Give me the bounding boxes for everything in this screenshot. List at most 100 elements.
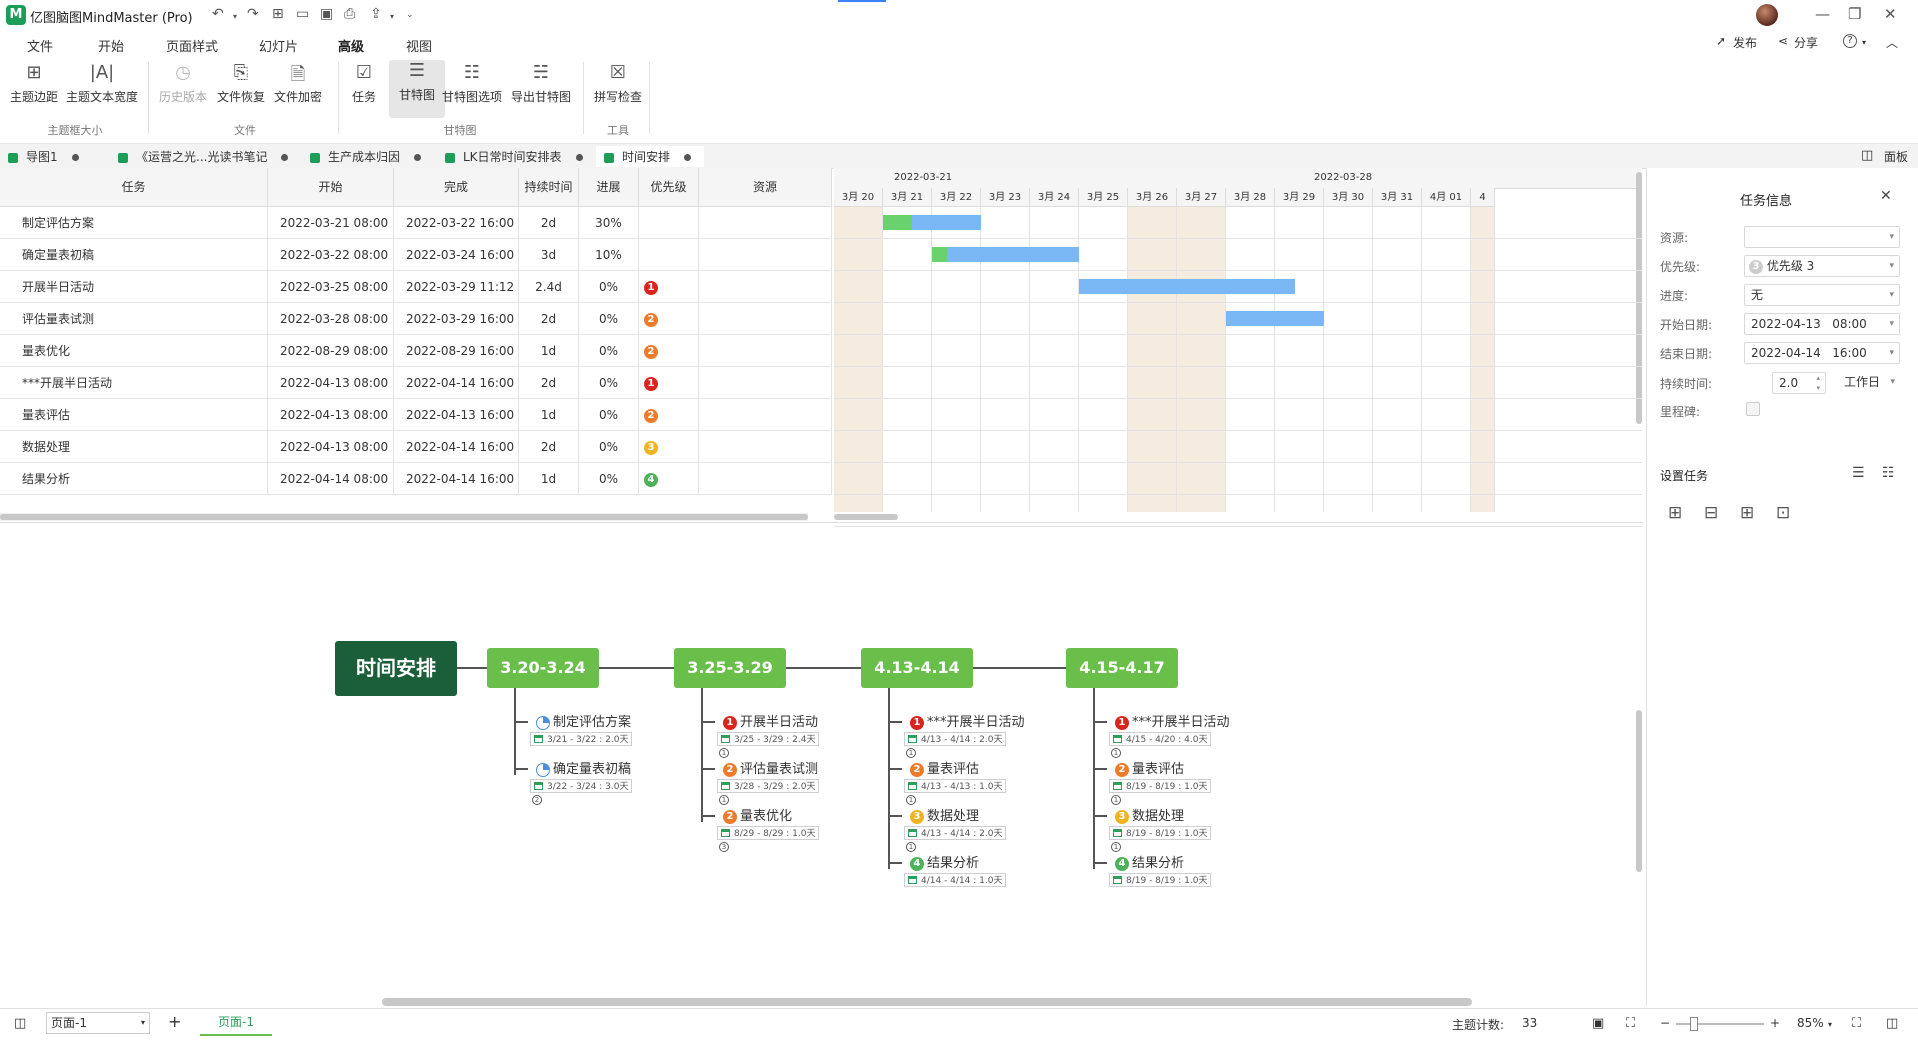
subtopic[interactable]: 3 数据处理 <box>910 805 979 824</box>
fullscreen-icon[interactable]: ⛶ <box>1852 1016 1861 1031</box>
collapse-toggle[interactable]: 1 <box>719 795 729 805</box>
cell-end[interactable]: 2022-08-29 16:00 <box>394 335 519 367</box>
share-button[interactable]: 分享 <box>1794 34 1818 51</box>
cell-start[interactable]: 2022-03-22 08:00 <box>268 239 394 271</box>
collapse-ribbon-icon[interactable]: ︿ <box>1886 34 1898 51</box>
task-info-tag[interactable]: 4/15 - 4/20 : 4.0天 <box>1109 732 1212 746</box>
milestone-checkbox[interactable] <box>1746 402 1760 416</box>
add-task-icon[interactable]: ⊞ <box>1668 503 1682 523</box>
publish-icon[interactable]: ➚ <box>1716 34 1726 48</box>
canvas-horizontal-scrollbar[interactable] <box>382 998 1472 1006</box>
branch-topic[interactable]: 4.13-4.14 <box>861 648 973 688</box>
cell-start[interactable]: 2022-04-14 08:00 <box>268 463 394 495</box>
menu-view[interactable]: 视图 <box>406 36 432 55</box>
col-duration[interactable]: 持续时间 <box>519 168 579 207</box>
cell-task[interactable]: 确定量表初稿 <box>0 239 268 271</box>
subtopic[interactable]: 制定评估方案 <box>536 711 631 730</box>
history-version-button[interactable]: ◷ 历史版本 <box>153 62 213 105</box>
duration-stepper[interactable]: 2.0 ▴ ▾ <box>1772 372 1826 394</box>
cell-task[interactable]: 量表优化 <box>0 335 268 367</box>
cell-duration[interactable]: 2d <box>519 207 579 239</box>
timeline-scrollbar[interactable] <box>834 514 898 520</box>
topic-text-width-button[interactable]: |A| 主题文本宽度 <box>62 62 142 105</box>
cell-resource[interactable] <box>699 271 832 303</box>
priority-select[interactable]: 3 优先级 3 ▾ <box>1744 255 1900 277</box>
cell-resource[interactable] <box>699 239 832 271</box>
cell-task[interactable]: ***开展半日活动 <box>0 367 268 399</box>
cell-progress[interactable]: 0% <box>579 367 639 399</box>
add-page-button[interactable]: + <box>168 1012 181 1031</box>
subtopic[interactable]: 确定量表初稿 <box>536 758 631 777</box>
collapse-toggle[interactable]: 1 <box>1111 795 1121 805</box>
task-info-tag[interactable]: 8/29 - 8/29 : 1.0天 <box>717 826 820 840</box>
collapse-toggle[interactable]: 3 <box>719 842 729 852</box>
root-topic[interactable]: 时间安排 <box>335 641 457 696</box>
close-tab-icon[interactable] <box>684 154 692 161</box>
zoom-in-icon[interactable]: + <box>1770 1016 1780 1030</box>
task-info-tag[interactable]: 4/13 - 4/14 : 2.0天 <box>904 826 1007 840</box>
cell-progress[interactable]: 0% <box>579 335 639 367</box>
export-icon[interactable]: ⇪ <box>370 6 382 22</box>
cell-start[interactable]: 2022-03-21 08:00 <box>268 207 394 239</box>
cell-duration[interactable]: 2d <box>519 431 579 463</box>
col-priority[interactable]: 优先级 <box>639 168 699 207</box>
open-folder-icon[interactable]: ▭ <box>296 6 309 22</box>
cell-end[interactable]: 2022-04-14 16:00 <box>394 431 519 463</box>
cell-resource[interactable] <box>699 303 832 335</box>
collapse-toggle[interactable]: 1 <box>719 748 729 758</box>
file-encrypt-button[interactable]: 🗎 文件加密 <box>268 62 328 105</box>
file-recover-button[interactable]: ⎘ 文件恢复 <box>211 62 271 105</box>
menu-page-style[interactable]: 页面样式 <box>166 36 218 55</box>
subtopic[interactable]: 4 结果分析 <box>910 852 979 871</box>
zoom-out-icon[interactable]: − <box>1660 1016 1670 1030</box>
progress-select[interactable]: 无 ▾ <box>1744 284 1900 306</box>
menu-start[interactable]: 开始 <box>98 36 124 55</box>
zoom-dropdown-icon[interactable]: ▾ <box>1828 1020 1832 1029</box>
cell-end[interactable]: 2022-03-29 16:00 <box>394 303 519 335</box>
cell-duration[interactable]: 1d <box>519 463 579 495</box>
cell-start[interactable]: 2022-04-13 08:00 <box>268 399 394 431</box>
task-align-icon[interactable]: ☰ <box>1852 465 1865 481</box>
cell-priority[interactable]: 2 <box>639 335 699 367</box>
cell-task[interactable]: 开展半日活动 <box>0 271 268 303</box>
export-gantt-button[interactable]: ☵ 导出甘特图 <box>506 62 576 105</box>
cell-end[interactable]: 2022-04-14 16:00 <box>394 463 519 495</box>
col-end[interactable]: 完成 <box>394 168 519 207</box>
task-info-tag[interactable]: 3/22 - 3/24 : 3.0天 <box>530 779 633 793</box>
table-scrollbar[interactable] <box>0 514 808 520</box>
help-dropdown-icon[interactable]: ▾ <box>1862 38 1866 47</box>
collapse-toggle[interactable]: 1 <box>1111 748 1121 758</box>
cell-duration[interactable]: 3d <box>519 239 579 271</box>
gantt-options-button[interactable]: ☷ 甘特图选项 <box>438 62 506 105</box>
customize-quick-access-icon[interactable]: ⌄ <box>406 10 414 20</box>
save-icon[interactable]: ▣ <box>320 6 333 22</box>
print-icon[interactable]: ⎙ <box>344 6 355 22</box>
panel-layout-icon[interactable]: ◫ <box>1886 1016 1898 1031</box>
cell-start[interactable]: 2022-04-13 08:00 <box>268 431 394 463</box>
cell-priority[interactable]: 2 <box>639 399 699 431</box>
page-list-icon[interactable]: ◫ <box>14 1016 26 1031</box>
cell-progress[interactable]: 0% <box>579 431 639 463</box>
cell-progress[interactable]: 10% <box>579 239 639 271</box>
cell-resource[interactable] <box>699 431 832 463</box>
task-info-tag[interactable]: 3/25 - 3/29 : 2.4天 <box>717 732 820 746</box>
cell-progress[interactable]: 0% <box>579 303 639 335</box>
cell-priority[interactable] <box>639 207 699 239</box>
branch-topic[interactable]: 4.15-4.17 <box>1066 648 1178 688</box>
branch-topic[interactable]: 3.20-3.24 <box>487 648 599 688</box>
gantt-task-bar[interactable] <box>932 247 1079 262</box>
add-subtask-icon[interactable]: ⊞ <box>1740 503 1754 523</box>
task-info-tag[interactable]: 3/28 - 3/29 : 2.0天 <box>717 779 820 793</box>
cell-start[interactable]: 2022-03-28 08:00 <box>268 303 394 335</box>
doc-tab-5-active[interactable]: 时间安排 <box>596 146 704 167</box>
subtopic[interactable]: 2 量表评估 <box>910 758 979 777</box>
col-start[interactable]: 开始 <box>268 168 394 207</box>
collapse-toggle[interactable]: 1 <box>906 842 916 852</box>
task-outline-icon[interactable]: ☷ <box>1882 465 1895 481</box>
task-info-tag[interactable]: 3/21 - 3/22 : 2.0天 <box>530 732 633 746</box>
cell-priority[interactable]: 3 <box>639 431 699 463</box>
gantt-button[interactable]: ☰ 甘特图 <box>389 60 445 118</box>
resource-select[interactable]: ▾ <box>1744 226 1900 248</box>
cell-end[interactable]: 2022-03-29 11:12 <box>394 271 519 303</box>
cell-progress[interactable]: 0% <box>579 271 639 303</box>
